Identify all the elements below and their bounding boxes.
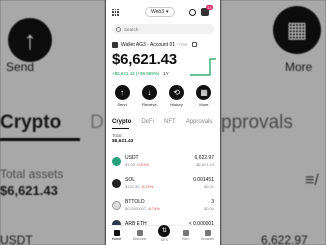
- nav-browser[interactable]: Browser: [201, 230, 214, 241]
- asset-tabs: Crypto DeFi NFT Approvals: [112, 119, 216, 125]
- total-value: $6,621.43: [112, 139, 134, 144]
- search-bar[interactable]: [112, 24, 214, 34]
- search-icon: [116, 26, 121, 32]
- asset-price: $142.35: [125, 184, 140, 189]
- action-buttons: ↑ Send ↓ Receive ⟲ History ▦ More: [110, 85, 216, 107]
- asset-change: -6.74%: [147, 206, 160, 211]
- asset-price: $1.00: [125, 162, 136, 167]
- nav-label: Discover: [132, 237, 147, 241]
- account-selector[interactable]: Wallet AG3 - Account 01 7793: [112, 40, 214, 49]
- earn-icon: [182, 230, 189, 236]
- asset-amount: 0.001451: [193, 177, 214, 183]
- account-name: Wallet AG3 - Account 01: [121, 41, 176, 48]
- nav-label: DEX: [160, 237, 168, 242]
- nav-label: Browser: [201, 237, 215, 241]
- receive-button[interactable]: ↓ Receive: [137, 85, 161, 107]
- balance-sparkline: [190, 58, 216, 76]
- balance-change: +$6,621.43 (+99,999%) 1Y: [112, 71, 169, 76]
- total-label: Total: [112, 133, 122, 138]
- total-balance: $6,621.43: [112, 51, 177, 68]
- nav-dex[interactable]: ⇅ DEX: [158, 224, 171, 242]
- asset-value: $0.21: [203, 184, 214, 189]
- asset-name: BTTOLD: [125, 199, 145, 205]
- asset-change: -0.24%: [140, 184, 154, 189]
- list-item[interactable]: BTTOLD $0.0000007 -6.74% 3 $0.00: [112, 198, 214, 212]
- tab-defi[interactable]: DeFi: [141, 119, 154, 125]
- nav-discover[interactable]: Discover: [133, 230, 147, 241]
- history-label: History: [170, 102, 183, 107]
- nav-label: Earn: [182, 237, 190, 241]
- bttold-icon: [112, 200, 121, 210]
- usdt-icon: [112, 156, 121, 166]
- home-icon: [113, 230, 120, 236]
- balance-period[interactable]: 1Y: [163, 71, 169, 76]
- discover-icon: [136, 230, 143, 236]
- nav-home[interactable]: Home: [112, 230, 121, 241]
- active-tab-underline: [112, 128, 129, 129]
- balance-change-value: +$6,621.43 (+99,999%): [112, 71, 160, 76]
- send-label: Send: [117, 102, 127, 107]
- list-item[interactable]: SOL $142.35 -0.24% 0.001451 $0.21: [112, 176, 214, 190]
- asset-value: $0.00: [203, 206, 214, 211]
- copy-icon[interactable]: [191, 42, 197, 47]
- asset-price: $0.0000007: [125, 206, 147, 211]
- swap-icon: ⇅: [158, 224, 171, 237]
- bottom-navigation: Home Discover ⇅ DEX Earn Browser: [106, 224, 220, 245]
- more-label: More: [199, 102, 209, 107]
- history-icon: ⟲: [169, 85, 185, 100]
- tab-approvals[interactable]: Approvals: [186, 119, 213, 125]
- wallet-icon: [112, 41, 118, 48]
- asset-amount: 3: [211, 199, 214, 205]
- more-icon: ▦: [196, 85, 212, 100]
- nav-label: Home: [111, 237, 122, 241]
- history-button[interactable]: ⟲ History: [165, 85, 189, 107]
- list-item[interactable]: USDT $1.00 -0.01% 6,622.97 $6,621.43: [112, 154, 214, 168]
- network-label: Web3: [151, 9, 164, 15]
- asset-value: $6,621.43: [196, 162, 214, 167]
- apps-grid-icon[interactable]: [112, 8, 119, 16]
- tab-crypto[interactable]: Crypto: [112, 119, 131, 125]
- top-bar: Web3 ▾ 43: [112, 5, 214, 18]
- phone-screen: Web3 ▾ 43 Wallet AG3 - Account 01 7793 $…: [106, 0, 220, 245]
- asset-name: SOL: [125, 177, 136, 183]
- chevron-down-icon: ▾: [165, 9, 169, 15]
- network-selector[interactable]: Web3 ▾: [145, 7, 175, 17]
- browser-icon: [204, 230, 211, 236]
- tab-nft[interactable]: NFT: [164, 119, 176, 125]
- asset-name: USDT: [125, 155, 139, 161]
- search-input[interactable]: [124, 26, 204, 32]
- asset-change: -0.01%: [136, 162, 149, 167]
- arrow-up-icon: ↑: [114, 85, 130, 100]
- receive-label: Receive: [142, 102, 157, 107]
- more-button[interactable]: ▦ More: [192, 85, 216, 107]
- notification-icon[interactable]: 43: [200, 5, 213, 16]
- notification-badge: 43: [206, 5, 213, 10]
- send-button[interactable]: ↑ Send: [110, 85, 134, 107]
- nav-earn[interactable]: Earn: [182, 230, 190, 241]
- arrow-down-icon: ↓: [141, 85, 157, 100]
- account-address: 7793: [178, 42, 187, 47]
- asset-amount: 6,622.97: [194, 155, 214, 161]
- sol-icon: [112, 178, 121, 188]
- globe-icon[interactable]: [188, 8, 196, 16]
